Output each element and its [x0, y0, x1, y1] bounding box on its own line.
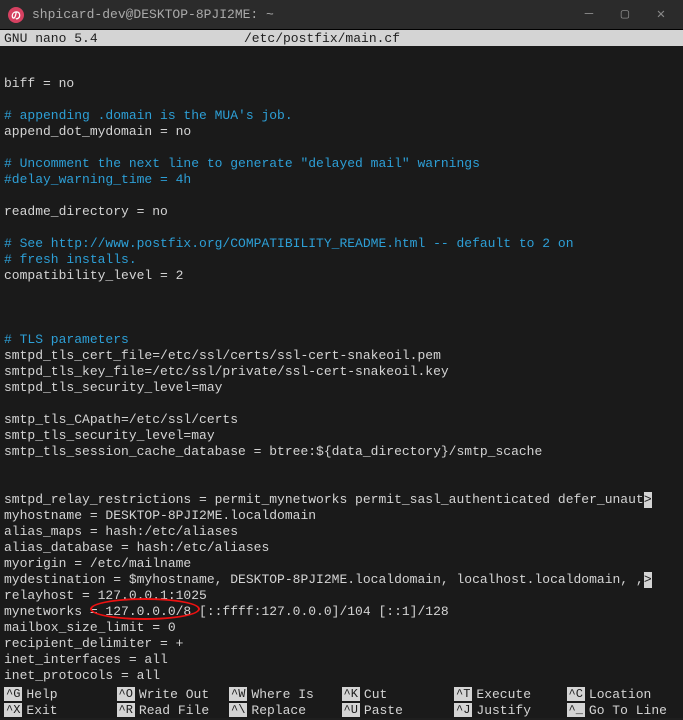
- footer-shortcut[interactable]: ^\ Replace: [229, 702, 342, 718]
- editor-line[interactable]: # fresh installs.: [4, 252, 679, 268]
- editor-line[interactable]: [4, 476, 679, 492]
- close-button[interactable]: ✕: [651, 6, 671, 23]
- nano-version: GNU nano 5.4: [4, 31, 244, 46]
- footer-shortcut[interactable]: ^_ Go To Line: [567, 702, 680, 718]
- editor-line[interactable]: myorigin = /etc/mailname: [4, 556, 679, 572]
- editor-line[interactable]: smtp_tls_security_level=may: [4, 428, 679, 444]
- shortcut-key: ^O: [117, 687, 135, 701]
- footer-shortcut[interactable]: ^G Help: [4, 686, 117, 702]
- footer-column: ^W Where Is ^\ Replace: [229, 686, 342, 718]
- shortcut-label: Go To Line: [589, 703, 667, 718]
- editor-line[interactable]: relayhost = 127.0.0.1:1025: [4, 588, 679, 604]
- editor-line[interactable]: smtp_tls_session_cache_database = btree:…: [4, 444, 679, 460]
- shortcut-label: Help: [26, 687, 57, 702]
- footer-column: ^O Write Out ^R Read File: [117, 686, 230, 718]
- editor-line[interactable]: [4, 92, 679, 108]
- footer-shortcut[interactable]: ^K Cut: [342, 686, 455, 702]
- editor-line[interactable]: alias_maps = hash:/etc/aliases: [4, 524, 679, 540]
- editor-line[interactable]: recipient_delimiter = +: [4, 636, 679, 652]
- editor-line[interactable]: append_dot_mydomain = no: [4, 124, 679, 140]
- footer-column: ^G Help ^X Exit: [4, 686, 117, 718]
- editor-line[interactable]: mailbox_size_limit = 0: [4, 620, 679, 636]
- footer-column: ^C Location ^_ Go To Line: [567, 686, 680, 718]
- editor-line[interactable]: alias_database = hash:/etc/aliases: [4, 540, 679, 556]
- shortcut-key: ^G: [4, 687, 22, 701]
- editor-line[interactable]: mynetworks = 127.0.0.0/8 [::ffff:127.0.0…: [4, 604, 679, 620]
- editor-line[interactable]: smtpd_tls_key_file=/etc/ssl/private/ssl-…: [4, 364, 679, 380]
- shortcut-key: ^C: [567, 687, 585, 701]
- footer-shortcut[interactable]: ^W Where Is: [229, 686, 342, 702]
- app-icon: の: [8, 7, 24, 23]
- shortcut-label: Location: [589, 687, 651, 702]
- shortcut-key: ^X: [4, 703, 22, 717]
- footer-shortcut[interactable]: ^R Read File: [117, 702, 230, 718]
- shortcut-label: Paste: [364, 703, 403, 718]
- editor-line[interactable]: smtpd_tls_security_level=may: [4, 380, 679, 396]
- editor-line[interactable]: # TLS parameters: [4, 332, 679, 348]
- editor-line[interactable]: biff = no: [4, 76, 679, 92]
- editor-line[interactable]: # See http://www.postfix.org/COMPATIBILI…: [4, 236, 679, 252]
- shortcut-label: Cut: [364, 687, 387, 702]
- titlebar: の shpicard-dev@DESKTOP-8PJI2ME: ~ — ▢ ✕: [0, 0, 683, 30]
- editor-line[interactable]: compatibility_level = 2: [4, 268, 679, 284]
- footer-shortcut[interactable]: ^U Paste: [342, 702, 455, 718]
- editor-line[interactable]: [4, 460, 679, 476]
- shortcut-key: ^_: [567, 703, 585, 717]
- editor-line[interactable]: [4, 684, 679, 686]
- editor-line[interactable]: smtpd_tls_cert_file=/etc/ssl/certs/ssl-c…: [4, 348, 679, 364]
- footer-shortcut[interactable]: ^O Write Out: [117, 686, 230, 702]
- shortcut-key: ^\: [229, 703, 247, 717]
- minimize-button[interactable]: —: [579, 6, 599, 23]
- shortcut-label: Exit: [26, 703, 57, 718]
- window-controls: — ▢ ✕: [579, 6, 671, 23]
- editor-line[interactable]: [4, 396, 679, 412]
- nano-header: GNU nano 5.4 /etc/postfix/main.cf: [0, 30, 683, 46]
- shortcut-key: ^K: [342, 687, 360, 701]
- editor-line[interactable]: #delay_warning_time = 4h: [4, 172, 679, 188]
- editor-line[interactable]: readme_directory = no: [4, 204, 679, 220]
- editor-line[interactable]: # appending .domain is the MUA's job.: [4, 108, 679, 124]
- editor-line[interactable]: [4, 220, 679, 236]
- editor-line[interactable]: smtp_tls_CApath=/etc/ssl/certs: [4, 412, 679, 428]
- shortcut-key: ^W: [229, 687, 247, 701]
- editor-line[interactable]: smtpd_relay_restrictions = permit_mynetw…: [4, 492, 679, 508]
- footer-shortcut[interactable]: ^C Location: [567, 686, 680, 702]
- editor-line[interactable]: [4, 140, 679, 156]
- continuation-marker: >: [644, 492, 652, 508]
- editor-line[interactable]: [4, 284, 679, 300]
- editor-line[interactable]: inet_interfaces = all: [4, 652, 679, 668]
- shortcut-key: ^R: [117, 703, 135, 717]
- editor-line[interactable]: myhostname = DESKTOP-8PJI2ME.localdomain: [4, 508, 679, 524]
- shortcut-key: ^U: [342, 703, 360, 717]
- editor-line[interactable]: [4, 300, 679, 316]
- editor-area[interactable]: biff = no # appending .domain is the MUA'…: [0, 46, 683, 686]
- editor-line[interactable]: # Uncomment the next line to generate "d…: [4, 156, 679, 172]
- shortcut-label: Write Out: [139, 687, 209, 702]
- footer-shortcut[interactable]: ^X Exit: [4, 702, 117, 718]
- shortcut-label: Justify: [476, 703, 531, 718]
- editor-line[interactable]: mydestination = $myhostname, DESKTOP-8PJ…: [4, 572, 679, 588]
- maximize-button[interactable]: ▢: [615, 6, 635, 23]
- continuation-marker: >: [644, 572, 652, 588]
- footer-shortcut[interactable]: ^T Execute: [454, 686, 567, 702]
- editor-line[interactable]: [4, 188, 679, 204]
- footer-column: ^T Execute ^J Justify: [454, 686, 567, 718]
- window-title: shpicard-dev@DESKTOP-8PJI2ME: ~: [32, 7, 579, 22]
- shortcut-label: Execute: [476, 687, 531, 702]
- editor-line[interactable]: inet_protocols = all: [4, 668, 679, 684]
- shortcut-key: ^T: [454, 687, 472, 701]
- nano-filename: /etc/postfix/main.cf: [244, 31, 679, 46]
- shortcut-key: ^J: [454, 703, 472, 717]
- shortcut-label: Read File: [139, 703, 209, 718]
- editor-line[interactable]: [4, 316, 679, 332]
- footer-column: ^K Cut ^U Paste: [342, 686, 455, 718]
- footer-shortcut[interactable]: ^J Justify: [454, 702, 567, 718]
- shortcut-label: Replace: [251, 703, 306, 718]
- shortcut-label: Where Is: [251, 687, 313, 702]
- nano-footer: ^G Help ^X Exit ^O Write Out ^R Read File ^W Wher…: [0, 686, 683, 718]
